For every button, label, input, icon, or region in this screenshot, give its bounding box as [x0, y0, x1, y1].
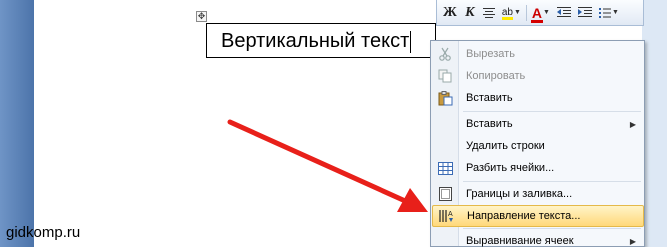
svg-text:A: A — [448, 211, 453, 218]
menu-item-label: Выравнивание ячеек — [466, 235, 574, 247]
menu-item-label: Границы и заливка... — [466, 188, 573, 200]
borders-icon — [432, 187, 458, 201]
bullets-icon — [598, 7, 611, 18]
menu-separator — [463, 111, 641, 112]
text-direction-icon: A — [433, 209, 459, 223]
menu-item-copy[interactable]: Копировать — [432, 65, 644, 87]
menu-separator — [463, 228, 641, 229]
highlight-icon: ab — [501, 7, 514, 20]
paste-icon — [432, 90, 458, 106]
menu-separator — [463, 181, 641, 182]
chevron-down-icon: ▼ — [611, 9, 619, 16]
decrease-indent-button[interactable] — [555, 3, 573, 23]
bullets-button[interactable]: ▼ — [597, 3, 621, 23]
decrease-indent-icon — [556, 6, 571, 17]
menu-item-label: Вставить — [466, 118, 513, 130]
bold-icon: Ж — [443, 4, 457, 20]
watermark: gidkomp.ru — [6, 224, 81, 241]
menu-item-label: Разбить ячейки... — [466, 162, 555, 174]
chevron-down-icon: ▼ — [543, 9, 550, 16]
split-cells-icon — [432, 161, 458, 175]
menu-item-cut[interactable]: Вырезать — [432, 43, 644, 65]
copy-icon — [432, 69, 458, 83]
toolbar-separator — [525, 4, 527, 21]
text-cursor — [410, 30, 412, 53]
left-ruler-strip — [0, 0, 34, 247]
increase-indent-icon — [577, 6, 592, 17]
cell-text: Вертикальный текст — [221, 30, 410, 52]
menu-item-label: Копировать — [466, 70, 526, 82]
italic-button[interactable]: К — [462, 3, 478, 23]
submenu-arrow-icon: ▶ — [629, 119, 636, 129]
menu-item-insert[interactable]: Вставить ▶ — [432, 113, 644, 135]
align-center-button[interactable] — [481, 3, 497, 23]
menu-item-delete-rows[interactable]: Удалить строки — [432, 135, 644, 157]
bold-button[interactable]: Ж — [441, 3, 459, 23]
align-center-icon — [482, 7, 495, 18]
table-move-handle-icon[interactable]: ✥ — [196, 11, 207, 22]
menu-item-paste[interactable]: Вставить — [432, 87, 644, 109]
menu-item-text-direction[interactable]: A Направление текста... — [432, 205, 644, 227]
mini-toolbar: Ж К ab ▼ A ▼ ▼ — [436, 0, 644, 26]
menu-item-label: Вырезать — [466, 48, 515, 60]
menu-item-label: Вставить — [466, 92, 513, 104]
chevron-down-icon: ▼ — [513, 9, 521, 16]
highlight-button[interactable]: ab ▼ — [500, 3, 523, 23]
menu-item-label: Удалить строки — [466, 140, 545, 152]
menu-item-split-cells[interactable]: Разбить ячейки... — [432, 157, 644, 179]
submenu-arrow-icon: ▶ — [629, 236, 636, 246]
right-margin-strip — [642, 0, 667, 247]
menu-item-label: Направление текста... — [467, 210, 581, 222]
increase-indent-button[interactable] — [576, 3, 594, 23]
cut-icon — [432, 47, 458, 61]
font-color-button[interactable]: A ▼ — [530, 3, 552, 23]
menu-item-borders-shading[interactable]: Границы и заливка... — [432, 183, 644, 205]
table-cell[interactable]: Вертикальный текст — [206, 24, 436, 58]
menu-item-cell-alignment[interactable]: Выравнивание ячеек ▶ — [432, 230, 644, 247]
italic-icon: К — [465, 4, 475, 20]
font-color-icon: A — [530, 4, 544, 23]
context-menu: Вырезать Копировать Вставить Вставить ▶ … — [430, 40, 645, 247]
